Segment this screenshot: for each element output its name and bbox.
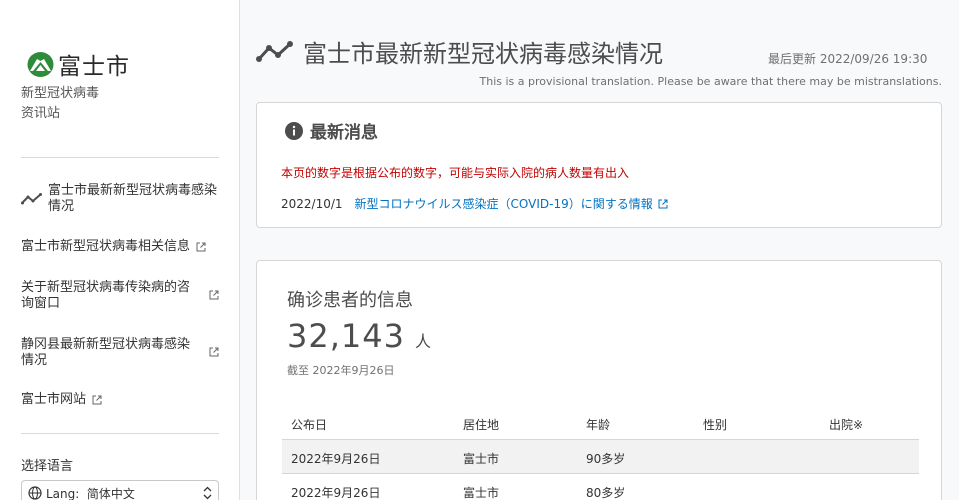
nav-item-label: 富士市最新新型冠状病毒感染情况 [48, 183, 218, 214]
news-card: 最新消息 本页的数字是根据公布的数字，可能与实际入院的病人数量有出入 2022/… [256, 102, 942, 228]
external-link-icon[interactable] [658, 199, 668, 209]
language-title: 选择语言 [21, 459, 74, 474]
table-cell: 2022年9月26日 [291, 452, 381, 466]
sidebar: 富士市 新型冠状病毒 资讯站 富士市最新新型冠状病毒感染情况 富士市新型冠状病毒… [0, 0, 240, 500]
chevron-up-down-icon [203, 486, 212, 500]
patients-as-of: 截至 2022年9月26日 [287, 364, 395, 377]
nav-item-label: 富士市网站 [21, 392, 87, 407]
nav-item-fuji-latest[interactable]: 富士市最新新型冠状病毒感染情况 [21, 183, 219, 215]
globe-icon [28, 486, 42, 500]
nav-item-fuji-info[interactable]: 富士市新型冠状病毒相关信息 [21, 239, 219, 255]
news-heading: 最新消息 [285, 118, 378, 143]
nav-item-label: 富士市新型冠状病毒相关信息 [21, 239, 191, 254]
table-row: 2022年9月26日 富士市 80多岁 [282, 474, 919, 500]
table-cell: 富士市 [463, 486, 500, 500]
table-cell: 富士市 [463, 452, 500, 466]
column-header[interactable]: 年龄 [586, 416, 610, 433]
table-cell: 2022年9月26日 [291, 486, 381, 500]
translation-note: This is a provisional translation. Pleas… [479, 75, 942, 88]
mount-fuji-logo-icon [27, 51, 54, 77]
news-item: 2022/10/1 新型コロナウイルス感染症（COVID-19）に関する情報 [281, 195, 668, 212]
site-logo[interactable]: 富士市 [26, 47, 130, 81]
page-header: 富士市最新新型冠状病毒感染情况 [256, 34, 663, 69]
site-subtitle: 新型冠状病毒 资讯站 [21, 84, 99, 124]
site-subtitle-line: 新型冠状病毒 [21, 86, 100, 101]
language-select[interactable]: Lang: 简体中文 [21, 480, 219, 500]
patients-card: 确诊患者的信息 32,143 人 截至 2022年9月26日 公布日 居住地 年… [256, 260, 942, 500]
nav-item-label: 静冈县最新新型冠状病毒感染情况 [21, 337, 191, 368]
news-alert: 本页的数字是根据公布的数字，可能与实际入院的病人数量有出入 [281, 166, 630, 180]
news-heading-text: 最新消息 [310, 123, 378, 143]
divider [21, 157, 219, 158]
site-subtitle-line: 资讯站 [21, 106, 61, 121]
divider [21, 433, 219, 434]
news-link[interactable]: 新型コロナウイルス感染症（COVID-19）に関する情報 [355, 195, 653, 212]
patients-count: 32,143 人 [287, 317, 431, 355]
column-header[interactable]: 出院※ [829, 416, 863, 433]
last-updated: 最后更新 2022/09/26 19:30 [768, 52, 928, 66]
external-link-icon [209, 347, 219, 357]
patients-table: 公布日 居住地 年龄 性别 出院※ 2022年9月26日 富士市 90多岁 20… [282, 406, 919, 500]
nav-item-shizuoka[interactable]: 静冈县最新新型冠状病毒感染情况 [21, 337, 219, 369]
page-title: 富士市最新新型冠状病毒感染情况 [303, 40, 663, 68]
external-link-icon [196, 242, 206, 252]
patients-count-number: 32,143 [287, 317, 405, 355]
external-link-icon [92, 395, 102, 405]
table-row: 2022年9月26日 富士市 90多岁 [282, 440, 919, 474]
nav-item-city-website[interactable]: 富士市网站 [21, 392, 219, 408]
news-date: 2022/10/1 [281, 196, 343, 211]
table-cell: 80多岁 [586, 486, 626, 500]
logo-name: 富士市 [58, 54, 130, 80]
nav-item-label: 关于新型冠状病毒传染病的咨询窗口 [21, 280, 191, 311]
language-select-value: Lang: 简体中文 [46, 486, 135, 500]
info-icon [285, 121, 303, 140]
external-link-icon [209, 290, 219, 300]
table-header-row: 公布日 居住地 年龄 性别 出院※ [282, 406, 919, 440]
column-header[interactable]: 性别 [703, 416, 727, 433]
table-cell: 90多岁 [586, 452, 626, 466]
patients-count-unit: 人 [414, 332, 431, 351]
patients-title: 确诊患者的信息 [287, 290, 413, 311]
trend-icon [256, 40, 293, 62]
column-header[interactable]: 公布日 [291, 416, 327, 433]
nav-item-consultation[interactable]: 关于新型冠状病毒传染病的咨询窗口 [21, 280, 219, 312]
trend-icon [21, 193, 42, 205]
column-header[interactable]: 居住地 [463, 416, 499, 433]
